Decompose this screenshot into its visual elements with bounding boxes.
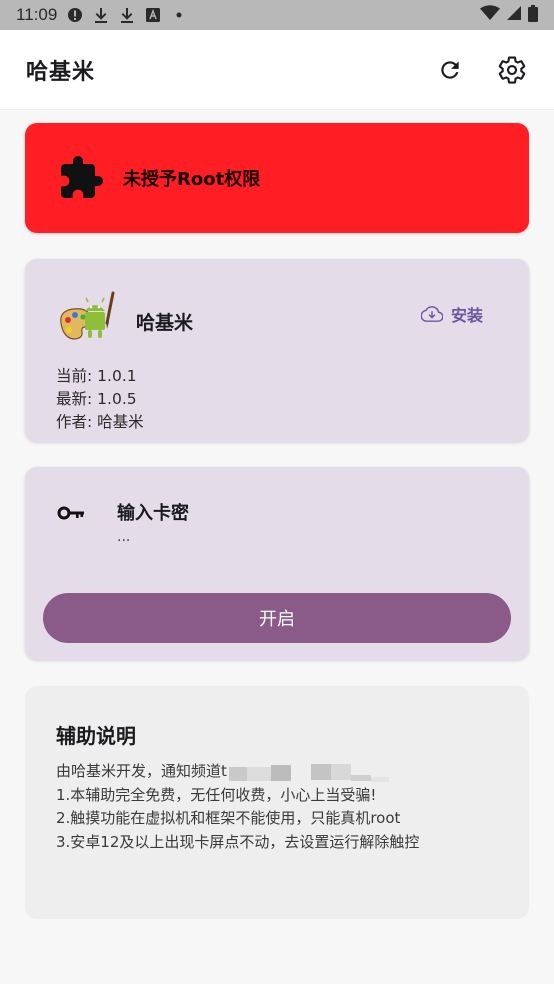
install-label: 安装 [451,306,484,325]
cloud-download-icon [421,306,443,322]
download-icon [119,7,135,23]
card-key-input[interactable]: ... [117,529,130,545]
android-paint-icon [60,291,115,340]
wifi-icon [480,5,500,25]
battery-icon [528,4,538,26]
start-button[interactable]: 开启 [43,593,511,643]
app-title: 哈基米 [26,59,96,85]
latest-label: 最新: [56,390,93,408]
help-line-1: 1.本辅助完全免费，无任何收费，小心上当受骗! [56,785,377,804]
app-info-card: 哈基米 安装 当前: 1.0.1 最新: 1.0.5 作者: 哈基米 [25,259,529,442]
help-card: 辅助说明 由哈基米开发，通知频道t 1.本辅助完全免费，无任何收费，小心上当受骗… [25,686,529,919]
author-row: 作者: 哈基米 [56,411,144,434]
puzzle-icon [61,156,103,198]
help-line-3: 3.安卓12及以上出现卡屏点不动，去设置运行解除触控 [56,832,420,851]
signal-icon [506,5,522,25]
current-version: 1.0.1 [97,367,137,385]
start-button-label: 开启 [259,609,295,630]
text-a-icon [145,7,161,23]
card-key-title: 输入卡密 [117,503,189,524]
app-name: 哈基米 [136,312,194,334]
help-line-2: 2.触摸功能在虚拟机和框架不能使用，只能真机root [56,809,401,827]
refresh-icon [441,60,459,79]
help-text: 由哈基米开发，通知频道t 1.本辅助完全免费，无任何收费，小心上当受骗! 2.触… [56,760,419,854]
current-version-row: 当前: 1.0.1 [56,365,144,388]
install-button[interactable]: 安装 [421,301,483,327]
settings-button[interactable] [496,54,528,86]
author-label: 作者: [56,413,93,431]
alert-circle-icon [67,7,83,23]
download-icon [93,7,109,23]
key-icon [57,506,84,520]
app-bar: 哈基米 [0,30,554,110]
card-key-card: 输入卡密 ... 开启 [25,467,529,660]
root-status-text: 未授予Root权限 [123,169,261,190]
help-line-channel: 由哈基米开发，通知频道t [56,760,419,784]
gear-icon [498,55,526,84]
latest-version-row: 最新: 1.0.5 [56,388,144,411]
current-label: 当前: [56,367,93,385]
help-title: 辅助说明 [56,724,136,748]
redacted-mosaic [228,763,394,782]
version-info: 当前: 1.0.1 最新: 1.0.5 作者: 哈基米 [56,365,144,434]
dot-icon [171,7,187,23]
root-status-card: 未授予Root权限 [25,123,529,233]
status-time: 11:09 [16,5,58,24]
author-name: 哈基米 [97,413,144,431]
latest-version: 1.0.5 [97,390,137,408]
help-line-0: 由哈基米开发，通知频道t [56,762,227,780]
status-bar: 11:09 [0,0,554,30]
refresh-button[interactable] [434,54,466,86]
